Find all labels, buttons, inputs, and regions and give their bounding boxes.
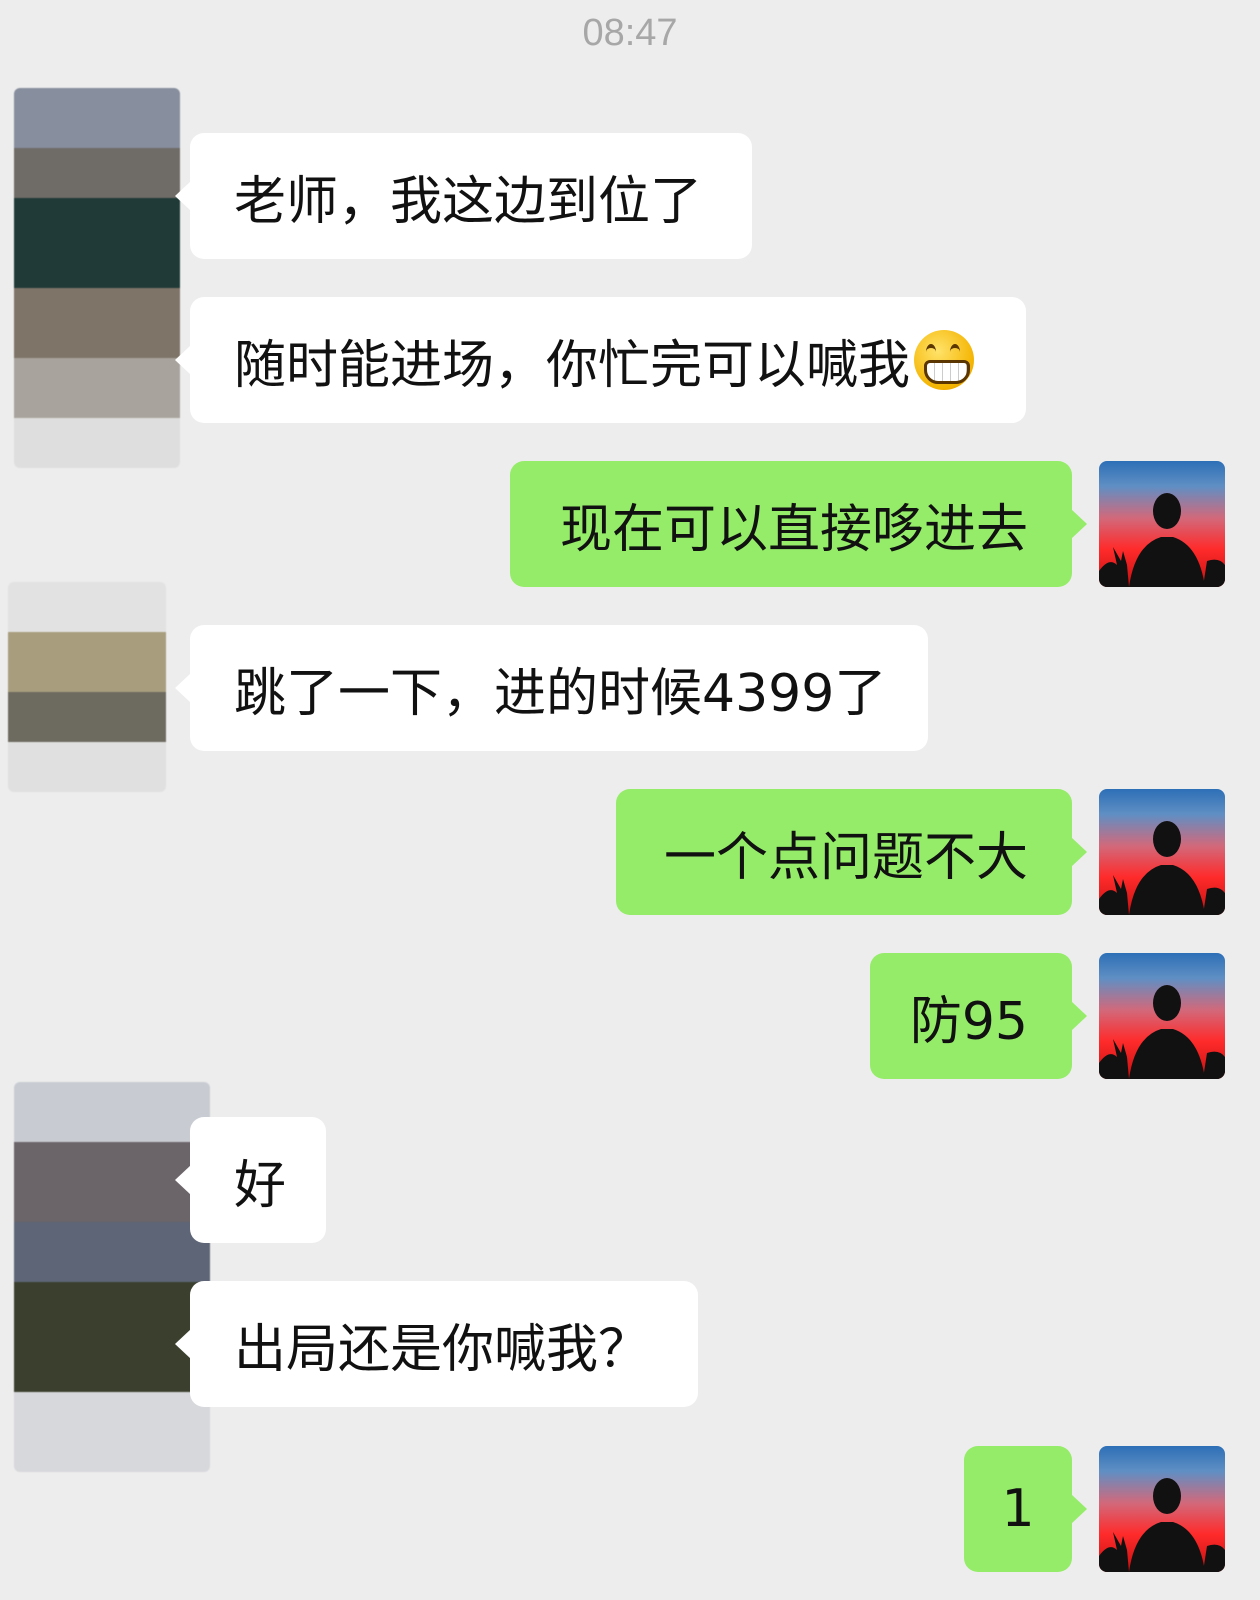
obscured-avatar[interactable] — [14, 1082, 210, 1472]
silhouette-icon — [1099, 493, 1225, 587]
bubble-tail — [1071, 1001, 1087, 1031]
bubble-tail — [175, 181, 191, 211]
message-bubble-outgoing[interactable]: 1 — [964, 1446, 1087, 1572]
silhouette-icon — [1099, 1478, 1225, 1572]
message-bubble-incoming[interactable]: 随时能进场，你忙完可以喊我 — [175, 297, 1026, 423]
bubble-tail — [175, 1165, 191, 1195]
message-text: 1 — [1001, 1479, 1035, 1539]
message-bubble-incoming[interactable]: 跳了一下，进的时候4399了 — [175, 625, 928, 751]
message-bubble-outgoing[interactable]: 防95 — [870, 953, 1087, 1079]
bubble-tail — [1071, 837, 1087, 867]
sunset-silhouette-avatar[interactable] — [1099, 789, 1225, 915]
message-text: 现在可以直接哆进去 — [559, 499, 1028, 560]
obscured-avatar[interactable] — [8, 582, 166, 792]
message-text: 出局还是你喊我？ — [234, 1319, 651, 1380]
message-bubble-incoming[interactable]: 出局还是你喊我？ — [175, 1281, 698, 1407]
message-bubble-incoming[interactable]: 老师，我这边到位了 — [175, 133, 752, 259]
bubble-tail — [1071, 1494, 1087, 1524]
sunset-silhouette-avatar[interactable] — [1099, 1446, 1225, 1572]
bubble-tail — [175, 1329, 191, 1359]
message-bubble-outgoing[interactable]: 现在可以直接哆进去 — [510, 461, 1087, 587]
message-text: 跳了一下，进的时候4399了 — [234, 663, 887, 724]
message-text: 好 — [234, 1155, 287, 1216]
message-bubble-incoming[interactable]: 好 — [175, 1117, 326, 1243]
sunset-silhouette-avatar[interactable] — [1099, 953, 1225, 1079]
message-text: 随时能进场，你忙完可以喊我 — [234, 335, 911, 396]
bubble-tail — [175, 345, 191, 375]
timestamp: 08:47 — [582, 12, 678, 54]
grinning-face-emoji-icon — [914, 330, 975, 390]
message-text: 老师，我这边到位了 — [234, 171, 703, 232]
bubble-tail — [1071, 509, 1087, 539]
obscured-avatar[interactable] — [14, 88, 180, 468]
message-text: 防95 — [909, 991, 1028, 1052]
sunset-silhouette-avatar[interactable] — [1099, 461, 1225, 587]
silhouette-icon — [1099, 821, 1225, 915]
message-text: 一个点问题不大 — [663, 827, 1028, 888]
silhouette-icon — [1099, 985, 1225, 1079]
message-bubble-outgoing[interactable]: 一个点问题不大 — [616, 789, 1087, 915]
bubble-tail — [175, 673, 191, 703]
